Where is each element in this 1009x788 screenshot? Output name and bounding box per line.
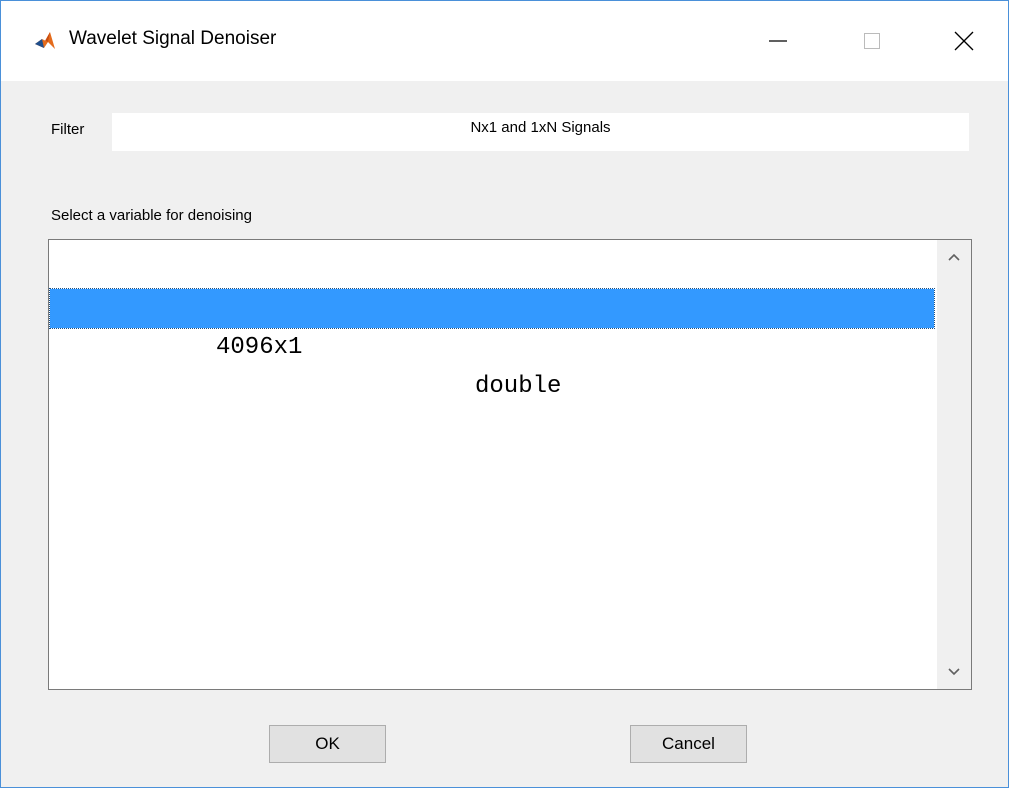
variable-list: fClean 4096x1 double fNoisy 4096x1 doubl… (49, 250, 935, 439)
minimize-button[interactable] (749, 17, 807, 65)
maximize-button[interactable] (843, 17, 901, 65)
vertical-scrollbar[interactable] (937, 240, 971, 689)
filter-label: Filter (51, 121, 85, 138)
dialog-content: Filter Nx1 and 1xN Signals Select a vari… (1, 81, 1008, 787)
matlab-icon (33, 29, 57, 53)
filter-field[interactable]: Nx1 and 1xN Signals (112, 113, 969, 151)
close-icon (954, 31, 974, 51)
variable-listbox[interactable]: fClean 4096x1 double fNoisy 4096x1 doubl… (48, 239, 972, 690)
ok-button[interactable]: OK (269, 725, 386, 763)
variable-name: fNoisy (53, 334, 140, 361)
variable-size: 4096x1 (216, 334, 303, 361)
scroll-up-button[interactable] (937, 240, 971, 274)
close-button[interactable] (935, 17, 993, 65)
title-bar[interactable]: Wavelet Signal Denoiser (1, 1, 1008, 81)
select-variable-label: Select a variable for denoising (51, 207, 252, 224)
dialog-window: Wavelet Signal Denoiser Filter Nx1 and 1… (0, 0, 1009, 788)
variable-size: 4096x1 (216, 373, 303, 400)
chevron-down-icon (948, 668, 960, 676)
minimize-icon (769, 40, 787, 42)
scroll-down-button[interactable] (937, 655, 971, 689)
maximize-icon (864, 33, 880, 49)
cancel-button[interactable]: Cancel (630, 725, 747, 763)
variable-type: double (475, 412, 562, 439)
list-item-fnoisy[interactable]: fNoisy 4096x1 double (49, 288, 935, 439)
chevron-up-icon (948, 253, 960, 261)
list-item-fclean[interactable]: fClean 4096x1 double (50, 250, 934, 400)
variable-type: double (475, 373, 562, 400)
window-title: Wavelet Signal Denoiser (69, 28, 277, 49)
